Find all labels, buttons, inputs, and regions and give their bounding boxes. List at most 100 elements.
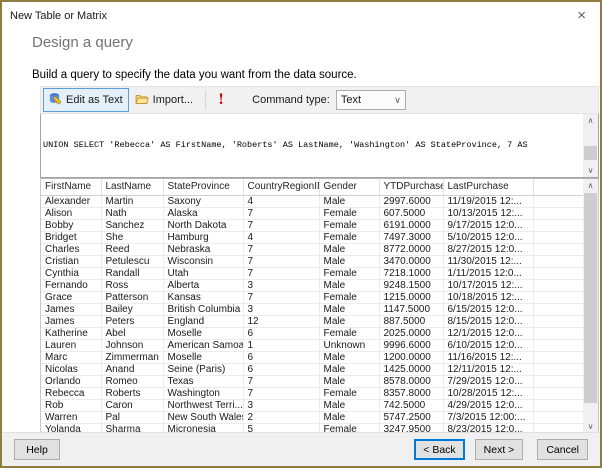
table-row: Bridget She Hamburg 4 Female 7497.3000 5/10/20… [41,231,584,244]
grid-cell: Alberta [163,279,244,292]
sql-text[interactable]: UNION SELECT 'Rebecca' AS FirstName, 'Ro… [41,114,583,177]
grid-cell: Hamburg [163,231,244,244]
table-row: Orlando Romeo Texas 7 Male 8578.0000 7/29/2015… [41,375,584,388]
window-title: New Table or Matrix [10,10,107,22]
grid-cell: Warren [41,411,102,424]
query-scrollbar[interactable]: ∧ ∨ [583,114,598,177]
help-button[interactable]: Help [14,439,60,460]
column-header-countryregionid[interactable]: CountryRegionID [243,179,320,196]
grid-cell: Zimmerman [101,351,164,364]
grid-cell: She [101,231,164,244]
grid-filler-cell [533,267,584,280]
grid-cell: 3470.0000 [379,255,444,268]
grid-cell: Male [319,363,380,376]
new-table-or-matrix-dialog: New Table or Matrix × Design a query Bui… [0,0,602,468]
grid-cell: Johnson [101,339,164,352]
grid-cell: 3 [243,279,320,292]
grid-cell: James [41,315,102,328]
grid-cell: 3 [243,303,320,316]
cancel-button[interactable]: Cancel [537,439,588,460]
grid-cell: 4 [243,231,320,244]
scroll-down-icon[interactable]: ∨ [583,164,598,177]
grid-cell: 2 [243,411,320,424]
footer-bar: Help < Back Next > Cancel [2,432,600,466]
grid-cell: Saxony [163,195,244,208]
query-scrollbar-thumb[interactable] [584,146,597,161]
column-header-ytdpurchase[interactable]: YTDPurchase [379,179,444,196]
grid-cell: Seine (Paris) [163,363,244,376]
table-row: Rob Caron Northwest Terri... 3 Male 742.5000 4… [41,399,584,412]
table-row: Warren Pal New South Wales 2 Male 5747.2500 7/… [41,411,584,424]
grid-cell: North Dakota [163,219,244,232]
grid-filler-cell [533,315,584,328]
grid-filler-cell [533,339,584,352]
grid-cell: 9/17/2015 12:0... [443,219,534,232]
column-header-lastname[interactable]: LastName [101,179,164,196]
grid-cell: Martin [101,195,164,208]
grid-cell: Randall [101,267,164,280]
header-row: FirstName LastName StateProvince Country… [41,179,584,196]
grid-scrollbar-thumb[interactable] [584,193,597,403]
grid-scrollbar[interactable]: ∧ ∨ [583,179,598,433]
scroll-up-icon[interactable]: ∧ [583,114,598,127]
grid-cell: Female [319,231,380,244]
grid-cell: Female [319,207,380,220]
grid-cell: 1147.5000 [379,303,444,316]
grid-cell: Anand [101,363,164,376]
edit-as-text-button[interactable]: Edit as Text [43,88,129,112]
grid-cell: Marc [41,351,102,364]
grid-cell: Pal [101,411,164,424]
grid-cell: 7 [243,267,320,280]
grid-cell: 8357.8000 [379,387,444,400]
grid-cell: 9996.6000 [379,339,444,352]
grid-cell: 9248.1500 [379,279,444,292]
column-header-lastpurchase[interactable]: LastPurchase [443,179,534,196]
results-grid: FirstName LastName StateProvince Country… [40,178,599,436]
grid-cell: 5747.2500 [379,411,444,424]
grid-filler-cell [533,207,584,220]
grid-cell: 12 [243,315,320,328]
grid-cell: 7/3/2015 12:00:... [443,411,534,424]
sql-line: UNION SELECT 'Rebecca' AS FirstName, 'Ro… [43,140,528,151]
grid-scrollbar-track[interactable] [583,192,598,420]
grid-cell: 7 [243,219,320,232]
scroll-up-icon[interactable]: ∧ [583,179,598,192]
grid-cell: 1 [243,339,320,352]
run-query-button[interactable]: ! [212,88,230,112]
close-icon[interactable]: × [571,6,592,25]
grid-cell: 1425.0000 [379,363,444,376]
query-scrollbar-track[interactable] [583,127,598,164]
next-button[interactable]: Next > [474,439,524,460]
grid-filler-cell [533,411,584,424]
grid-cell: Patterson [101,291,164,304]
table-row: Katherine Abel Moselle 6 Female 2025.0000 12/1… [41,327,584,340]
table-row: James Bailey British Columbia 3 Male 1147.500… [41,303,584,316]
table-row: Bobby Sanchez North Dakota 7 Female 6191.0000… [41,219,584,232]
grid-cell: Sanchez [101,219,164,232]
grid-cell: Male [319,279,380,292]
grid-cell: 8/15/2015 12:0... [443,315,534,328]
column-header-stateprovince[interactable]: StateProvince [163,179,244,196]
import-button[interactable]: Import... [129,88,199,112]
query-editor[interactable]: UNION SELECT 'Rebecca' AS FirstName, 'Ro… [40,114,599,178]
grid-cell: 1200.0000 [379,351,444,364]
grid-cell: Male [319,315,380,328]
grid-cell: Moselle [163,351,244,364]
grid-cell: Romeo [101,375,164,388]
title-bar: New Table or Matrix × [2,2,600,26]
grid-cell: Orlando [41,375,102,388]
command-type-dropdown[interactable]: Text ∨ [335,90,406,110]
grid-cell: Fernando [41,279,102,292]
grid-cell: Nicolas [41,363,102,376]
grid-cell: 7497.3000 [379,231,444,244]
instruction-text: Build a query to specify the data you wa… [32,69,357,81]
grid-cell: 10/28/2015 12:... [443,387,534,400]
column-header-firstname[interactable]: FirstName [41,179,102,196]
grid-cell: Abel [101,327,164,340]
column-header-gender[interactable]: Gender [319,179,380,196]
grid-cell: 6/10/2015 12:0... [443,339,534,352]
grid-cell: 12/1/2015 12:0... [443,327,534,340]
grid-cell: 6 [243,327,320,340]
back-button[interactable]: < Back [414,439,465,460]
grid-filler-cell [533,303,584,316]
